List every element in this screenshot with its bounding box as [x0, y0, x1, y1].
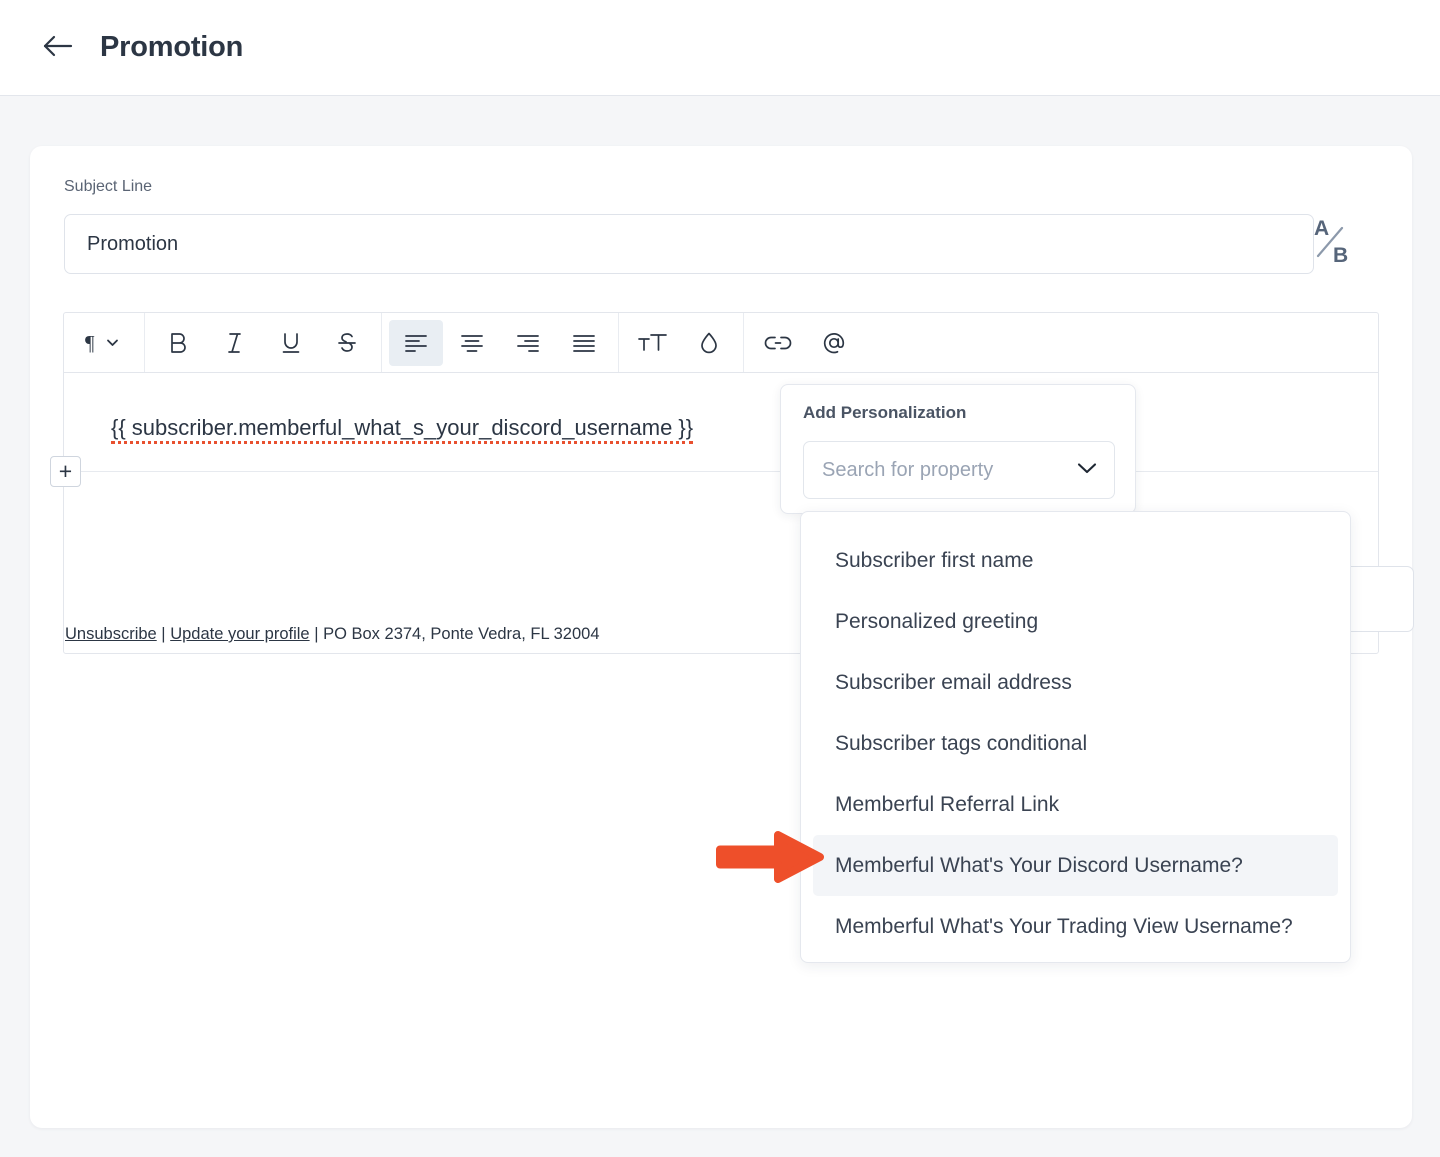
dropdown-option-3[interactable]: Subscriber tags conditional	[813, 713, 1338, 774]
toolbar-group-block: ¶	[64, 313, 145, 372]
align-justify-button[interactable]	[557, 320, 611, 366]
property-search-field[interactable]: Search for property	[803, 441, 1115, 499]
align-left-button[interactable]	[389, 319, 443, 366]
footer-separator-1: |	[156, 625, 171, 643]
editor-paragraph[interactable]: {{ subscriber.memberful_what_s_your_disc…	[111, 415, 694, 444]
editor-merge-tag[interactable]: {{ subscriber.memberful_what_s_your_disc…	[111, 415, 694, 444]
dropdown-option-5[interactable]: Memberful What's Your Discord Username?	[813, 835, 1338, 896]
align-right-button[interactable]	[501, 320, 555, 366]
align-center-button[interactable]	[445, 320, 499, 366]
insert-link-button[interactable]	[751, 320, 805, 366]
subject-line-label: Subject Line	[64, 178, 153, 195]
arrow-left-icon	[43, 35, 73, 60]
unsubscribe-link[interactable]: Unsubscribe	[65, 625, 157, 643]
dropdown-option-1[interactable]: Personalized greeting	[813, 591, 1338, 652]
svg-text:¶: ¶	[85, 331, 95, 355]
paragraph-style-dropdown[interactable]: ¶	[71, 320, 137, 366]
page-title: Promotion	[100, 31, 244, 63]
mention-button[interactable]	[807, 320, 861, 366]
toolbar-group-text	[619, 313, 744, 372]
toolbar-group-align	[382, 313, 619, 372]
footer-separator-2: |	[309, 625, 324, 643]
text-color-button[interactable]	[682, 320, 736, 366]
subject-line-row	[64, 214, 1378, 274]
chevron-down-icon	[1076, 461, 1098, 480]
property-search-placeholder: Search for property	[822, 458, 994, 481]
subject-line-input[interactable]	[64, 214, 1314, 274]
ab-test-button[interactable]: A B	[1298, 206, 1360, 268]
ab-test-label-a: A	[1314, 217, 1329, 240]
add-personalization-panel: Add Personalization Search for property	[780, 384, 1136, 514]
italic-button[interactable]	[208, 320, 262, 366]
block-insert-divider	[81, 471, 1378, 472]
toolbar-group-format	[145, 313, 382, 372]
dropdown-option-4[interactable]: Memberful Referral Link	[813, 774, 1338, 835]
font-size-button[interactable]	[626, 320, 680, 366]
bold-button[interactable]	[152, 320, 206, 366]
editor-toolbar: ¶	[64, 313, 1378, 373]
update-profile-link[interactable]: Update your profile	[170, 625, 309, 643]
add-personalization-title: Add Personalization	[803, 403, 967, 422]
back-button[interactable]	[40, 30, 76, 66]
dropdown-option-2[interactable]: Subscriber email address	[813, 652, 1338, 713]
strikethrough-button[interactable]	[320, 320, 374, 366]
footer-address: PO Box 2374, Ponte Vedra, FL 32004	[323, 625, 600, 643]
property-dropdown-list: Subscriber first name Personalized greet…	[800, 511, 1351, 963]
dropdown-option-0[interactable]: Subscriber first name	[813, 530, 1338, 591]
ab-test-label-b: B	[1333, 244, 1348, 267]
dropdown-option-6[interactable]: Memberful What's Your Trading View Usern…	[813, 896, 1338, 957]
email-footer: Unsubscribe | Update your profile | PO B…	[65, 625, 600, 644]
app-header: Promotion	[0, 0, 1440, 96]
toolbar-group-insert	[744, 313, 868, 372]
add-block-button[interactable]: +	[50, 456, 81, 487]
underline-button[interactable]	[264, 320, 318, 366]
